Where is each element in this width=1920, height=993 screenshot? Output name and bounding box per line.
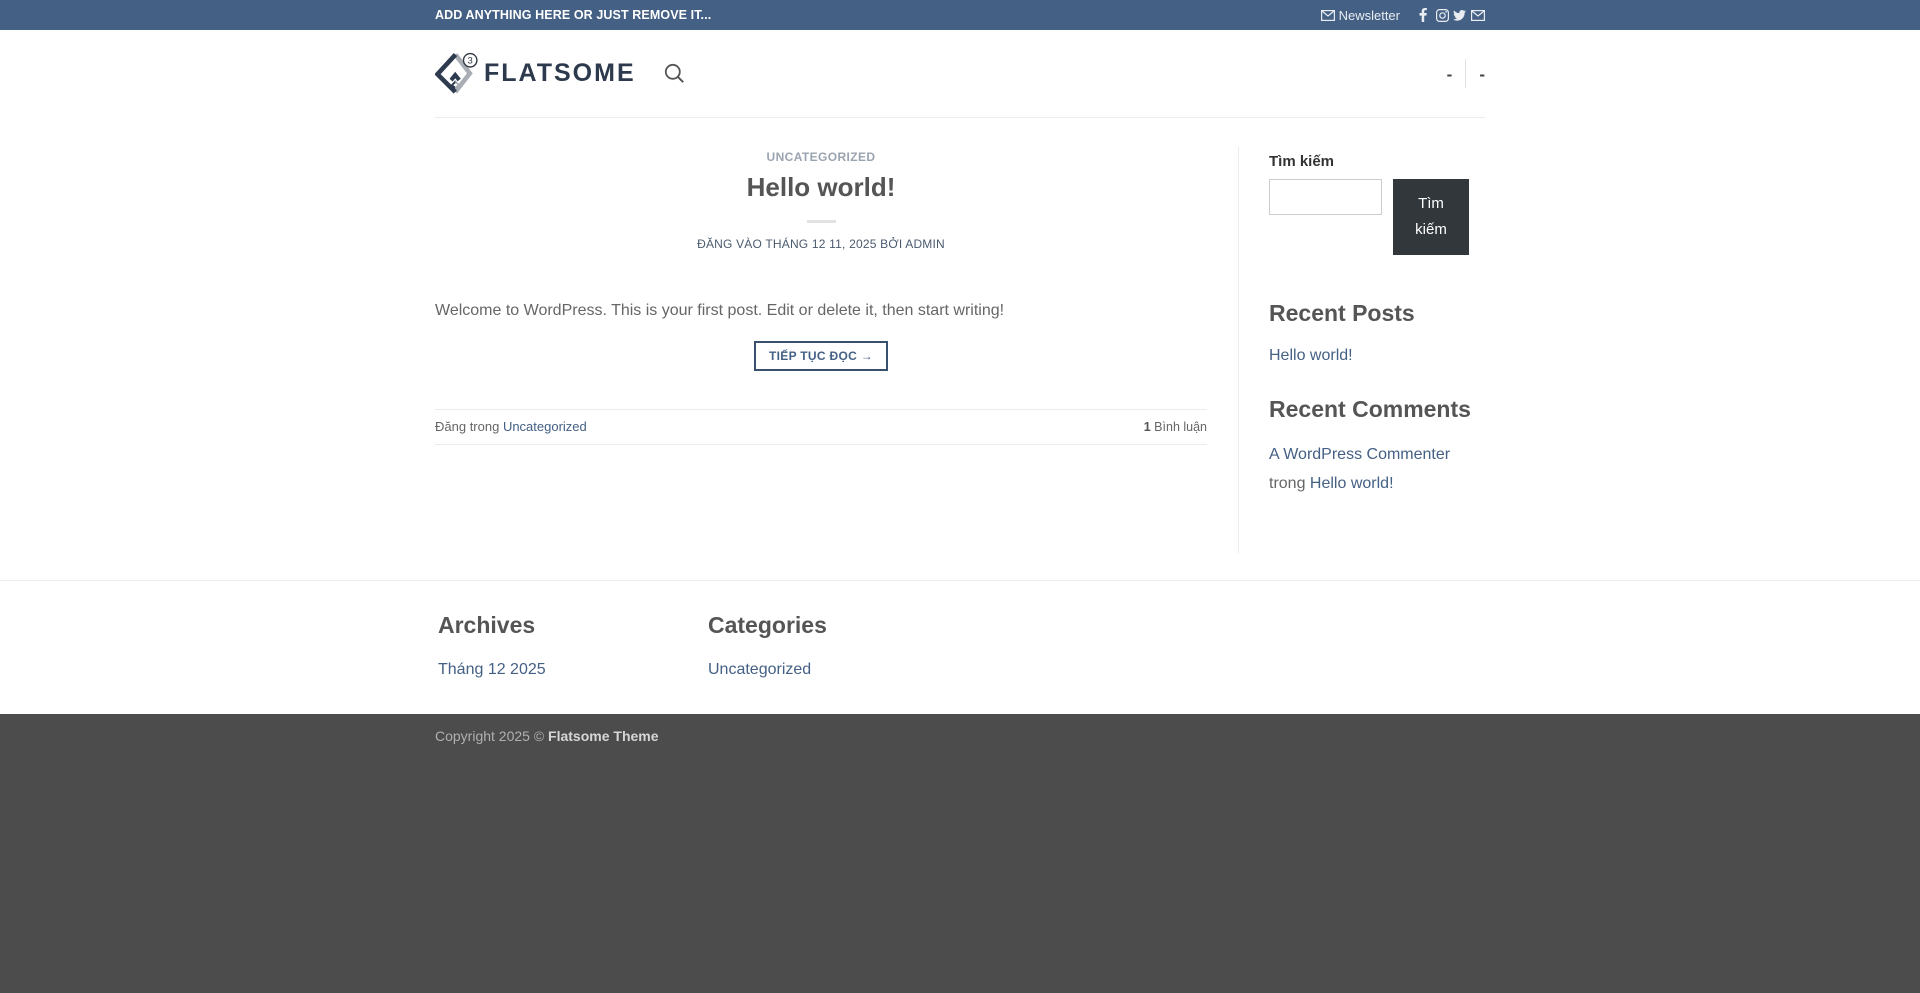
svg-text:3: 3 xyxy=(468,56,473,67)
